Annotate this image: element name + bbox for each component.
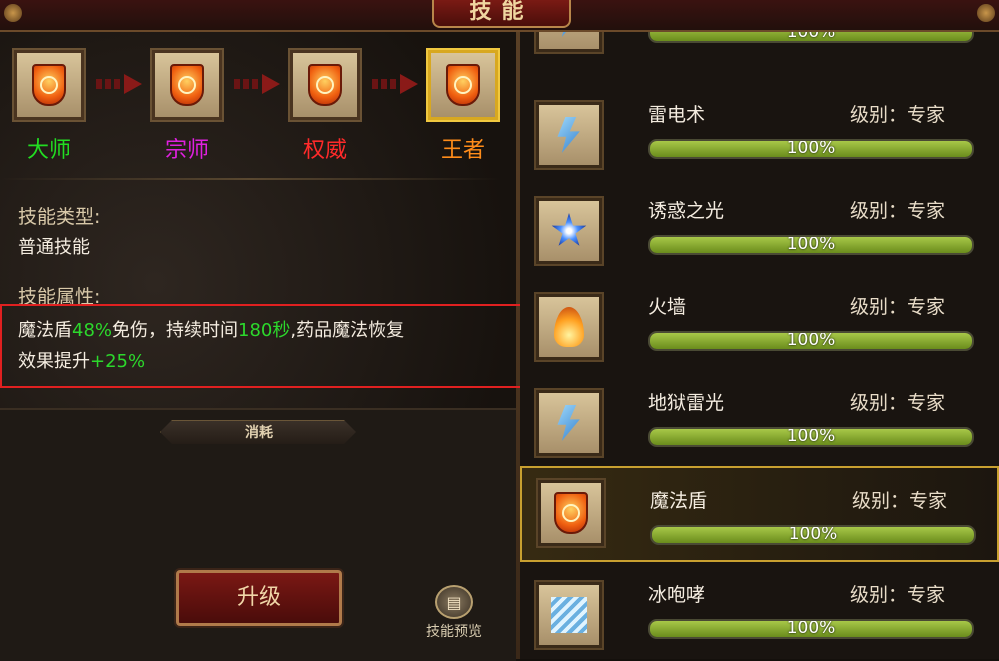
tier-master[interactable]: 大师 xyxy=(14,50,84,164)
skill-preview-label: 技能预览 xyxy=(426,624,482,640)
ice-roar-icon xyxy=(536,582,602,648)
skill-level: 级别：专家 xyxy=(850,584,946,606)
tier-grandmaster[interactable]: 宗师 xyxy=(152,50,222,164)
tier-label-master: 大师 xyxy=(26,138,71,163)
skill-progress-bar: 100% xyxy=(650,525,976,545)
arrow-right-icon xyxy=(372,74,418,94)
book-icon: ▤ xyxy=(435,585,473,619)
skill-row[interactable]: 诱惑之光 级别：专家 100% xyxy=(520,188,999,284)
skill-level: 级别：专家 xyxy=(852,490,948,512)
tier-icon-frame xyxy=(152,50,222,120)
cost-label: 消耗 xyxy=(160,420,356,444)
skill-preview-button[interactable]: ▤ 技能预览 xyxy=(416,585,492,641)
skill-level: 级别：专家 xyxy=(850,296,946,318)
arrow-right-icon xyxy=(234,74,280,94)
skill-progress-bar: 100% xyxy=(648,427,974,447)
lightning-icon xyxy=(536,32,602,52)
shield-icon xyxy=(446,64,480,106)
lightning-icon xyxy=(536,102,602,168)
divider xyxy=(0,178,500,180)
star-burst-icon xyxy=(536,198,602,264)
shield-icon xyxy=(32,64,66,106)
upgrade-button[interactable]: 升级 xyxy=(176,570,342,626)
tier-icon-frame xyxy=(290,50,360,120)
corner-ornament-icon xyxy=(977,4,995,22)
skill-list[interactable]: 100% 雷电术 级别：专家 100% 诱惑之光 级别：专家 100% 火墙 级… xyxy=(520,32,999,659)
skill-type-value: 普通技能 xyxy=(18,237,90,258)
shield-icon xyxy=(308,64,342,106)
skill-name: 诱惑之光 xyxy=(648,200,725,222)
fire-wall-icon xyxy=(536,294,602,360)
skill-row[interactable]: 冰咆哮 级别：专家 100% xyxy=(520,572,999,659)
corner-ornament-icon xyxy=(4,4,22,22)
page-title: 技能 xyxy=(469,0,534,24)
title-bar: 技能 xyxy=(0,0,999,32)
skill-progress-bar: 100% xyxy=(648,32,974,43)
title-plate: 技能 xyxy=(432,0,571,28)
tier-king[interactable]: 王者 xyxy=(428,50,498,164)
skill-name: 雷电术 xyxy=(648,104,706,126)
highlight-box xyxy=(0,304,534,388)
skill-name: 地狱雷光 xyxy=(648,392,725,414)
skill-level: 级别：专家 xyxy=(850,392,946,414)
tier-authority[interactable]: 权威 xyxy=(290,50,360,164)
tier-label-authority: 权威 xyxy=(302,138,347,163)
tier-icon-frame-selected xyxy=(428,50,498,120)
tier-label-king: 王者 xyxy=(440,138,485,163)
skill-row[interactable]: 雷电术 级别：专家 100% xyxy=(520,92,999,188)
skill-name: 火墙 xyxy=(648,296,687,318)
skill-level: 级别：专家 xyxy=(850,104,946,126)
shield-icon xyxy=(538,480,604,546)
skill-level: 级别：专家 xyxy=(850,200,946,222)
skill-progress-bar: 100% xyxy=(648,619,974,639)
skill-name: 魔法盾 xyxy=(650,490,708,512)
skill-progress-bar: 100% xyxy=(648,235,974,255)
skill-progress-bar: 100% xyxy=(648,139,974,159)
tier-label-grandmaster: 宗师 xyxy=(164,138,209,163)
skill-row-selected[interactable]: 魔法盾 级别：专家 100% xyxy=(520,466,999,562)
skill-name: 冰咆哮 xyxy=(648,584,706,606)
skill-row[interactable]: 火墙 级别：专家 100% xyxy=(520,284,999,380)
shield-icon xyxy=(170,64,204,106)
tier-icon-frame xyxy=(14,50,84,120)
hell-lightning-icon xyxy=(536,390,602,456)
skill-row[interactable]: 100% xyxy=(520,32,999,72)
arrow-right-icon xyxy=(96,74,142,94)
skill-progress-bar: 100% xyxy=(648,331,974,351)
skill-row[interactable]: 地狱雷光 级别：专家 100% xyxy=(520,380,999,476)
skill-type-heading: 技能类型: xyxy=(18,206,101,228)
